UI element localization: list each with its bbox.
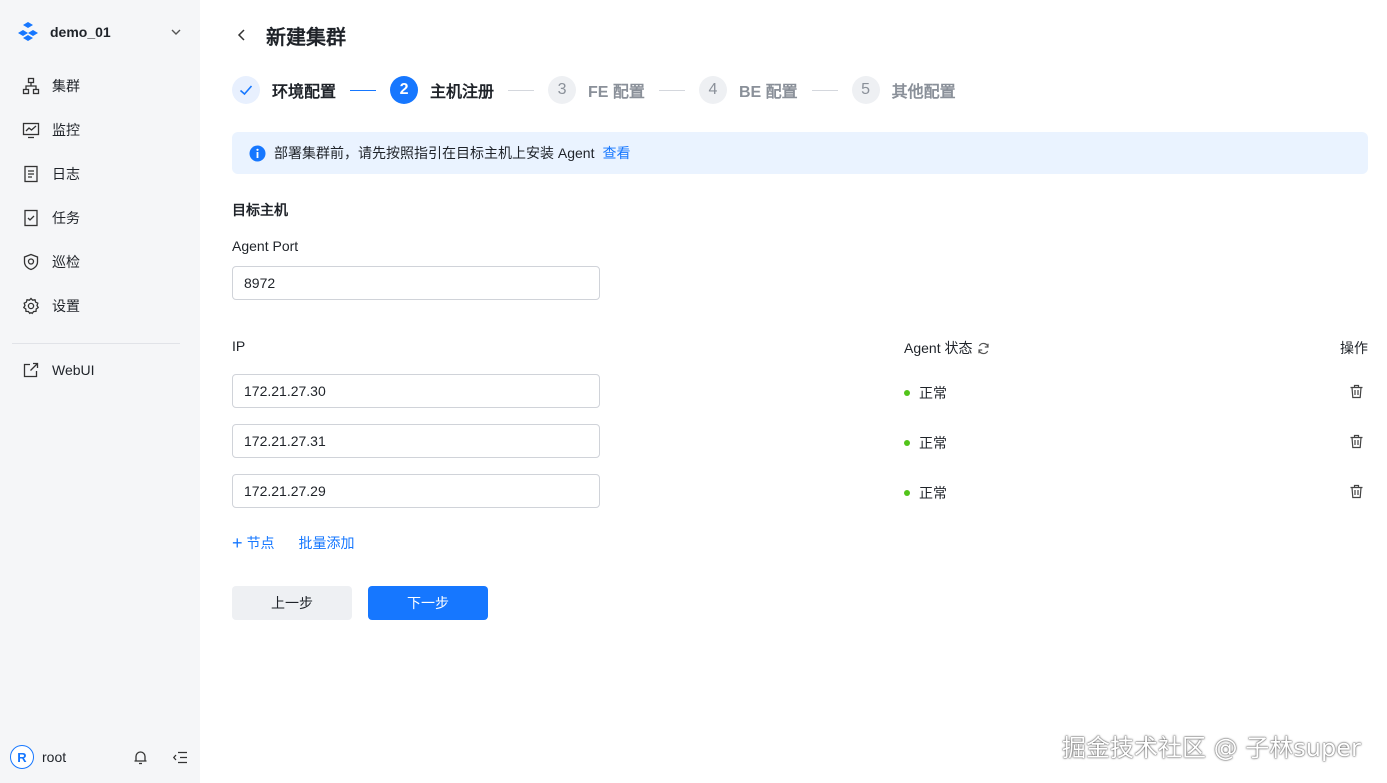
step-number: 4 bbox=[698, 76, 727, 104]
back-arrow-icon[interactable] bbox=[232, 25, 252, 45]
step-1[interactable]: 环境配置 bbox=[232, 76, 336, 104]
step-number: 2 bbox=[390, 76, 419, 104]
refresh-icon[interactable] bbox=[976, 341, 990, 355]
ip-column-header: IP bbox=[232, 338, 245, 354]
status-dot bbox=[904, 390, 910, 396]
sidebar-item-label: 日志 bbox=[52, 166, 80, 182]
status-text: 正常 bbox=[919, 435, 947, 451]
collapse-sidebar-icon[interactable] bbox=[170, 747, 190, 767]
plus-icon: + bbox=[232, 533, 243, 553]
agent-port-input[interactable] bbox=[232, 266, 600, 300]
step-label: FE 配置 bbox=[588, 84, 645, 101]
page-header: 新建集群 bbox=[232, 20, 346, 50]
add-node-label: 节点 bbox=[246, 535, 275, 551]
trash-icon[interactable] bbox=[1346, 431, 1366, 451]
action-column-header: 操作 bbox=[1340, 338, 1368, 358]
log-icon bbox=[22, 165, 40, 183]
sidebar-item-log[interactable]: 日志 bbox=[12, 154, 188, 194]
info-icon bbox=[248, 144, 266, 162]
step-connector bbox=[811, 89, 838, 91]
step-number: 3 bbox=[548, 76, 577, 104]
trash-icon[interactable] bbox=[1346, 481, 1366, 501]
main-content: 新建集群 环境配置 2 主机注册 3 FE 配置 4 BE 配置 5 其他配置 bbox=[200, 0, 1387, 783]
sidebar-nav: 集群 监控 日志 任务 巡检 设置 bbox=[12, 66, 188, 330]
sidebar-item-webui[interactable]: WebUI bbox=[12, 350, 188, 390]
status-text: 正常 bbox=[919, 385, 947, 401]
stepper: 环境配置 2 主机注册 3 FE 配置 4 BE 配置 5 其他配置 bbox=[232, 75, 956, 105]
status-dot bbox=[904, 490, 910, 496]
step-connector bbox=[350, 89, 377, 91]
info-alert: 部署集群前，请先按照指引在目标主机上安装 Agent 查看 bbox=[232, 132, 1368, 174]
watermark: 掘金技术社区 @ 子林super bbox=[1062, 734, 1361, 762]
batch-add-button[interactable]: 批量添加 bbox=[299, 533, 355, 553]
settings-icon bbox=[22, 297, 40, 315]
sidebar-item-inspect[interactable]: 巡检 bbox=[12, 242, 188, 282]
agent-status-column-label: Agent 状态 bbox=[904, 340, 973, 356]
sidebar-item-label: 巡检 bbox=[52, 254, 80, 270]
username: root bbox=[42, 749, 67, 765]
step-label: 其他配置 bbox=[891, 84, 956, 101]
host-status: 正常 bbox=[904, 433, 947, 453]
logo-icon bbox=[16, 20, 40, 44]
section-title: 目标主机 bbox=[232, 202, 288, 218]
step-2[interactable]: 2 主机注册 bbox=[390, 76, 494, 104]
step-number: 5 bbox=[851, 76, 880, 104]
inspect-icon bbox=[22, 253, 40, 271]
sidebar-divider bbox=[12, 343, 180, 344]
workspace-name: demo_01 bbox=[50, 24, 111, 40]
step-connector bbox=[508, 89, 535, 91]
agent-port-label: Agent Port bbox=[232, 238, 299, 254]
view-guide-link[interactable]: 查看 bbox=[602, 143, 630, 163]
step-4[interactable]: 4 BE 配置 bbox=[698, 76, 798, 104]
page-title: 新建集群 bbox=[266, 26, 346, 49]
sidebar-webui-wrap: WebUI bbox=[12, 350, 188, 394]
trash-icon[interactable] bbox=[1346, 381, 1366, 401]
alert-text: 部署集群前，请先按照指引在目标主机上安装 Agent bbox=[274, 145, 595, 161]
sidebar-item-settings[interactable]: 设置 bbox=[12, 286, 188, 326]
add-node-button[interactable]: + 节点 bbox=[232, 533, 275, 553]
external-link-icon bbox=[22, 361, 40, 379]
host-status: 正常 bbox=[904, 483, 947, 503]
cluster-icon bbox=[22, 77, 40, 95]
host-status: 正常 bbox=[904, 383, 947, 403]
sidebar-item-label: 集群 bbox=[52, 78, 80, 94]
step-label: 主机注册 bbox=[430, 84, 495, 101]
sidebar-item-label: 设置 bbox=[52, 298, 80, 314]
step-label: BE 配置 bbox=[738, 84, 798, 101]
sidebar: demo_01 集群 监控 日志 任务 巡检 设置 WebUI R root bbox=[0, 0, 200, 783]
add-actions: + 节点 批量添加 bbox=[232, 533, 355, 553]
step-connector bbox=[658, 89, 685, 91]
host-ip-input[interactable] bbox=[232, 374, 600, 408]
sidebar-footer: R root bbox=[10, 744, 190, 770]
ip-column-label: IP bbox=[232, 338, 246, 354]
sidebar-item-cluster[interactable]: 集群 bbox=[12, 66, 188, 106]
next-step-button[interactable]: 下一步 bbox=[368, 586, 488, 620]
sidebar-item-label: WebUI bbox=[52, 362, 95, 378]
status-text: 正常 bbox=[919, 485, 947, 501]
sidebar-item-label: 任务 bbox=[52, 210, 80, 226]
host-ip-input[interactable] bbox=[232, 474, 600, 508]
prev-step-button[interactable]: 上一步 bbox=[232, 586, 352, 620]
step-5[interactable]: 5 其他配置 bbox=[851, 76, 956, 104]
agent-status-column-header: Agent 状态 bbox=[904, 338, 990, 358]
bell-icon[interactable] bbox=[130, 747, 150, 767]
sidebar-item-task[interactable]: 任务 bbox=[12, 198, 188, 238]
workspace-switcher[interactable]: demo_01 bbox=[16, 18, 184, 46]
action-column-label: 操作 bbox=[1340, 340, 1368, 356]
chevron-down-icon bbox=[168, 24, 184, 40]
avatar[interactable]: R bbox=[10, 745, 34, 769]
status-dot bbox=[904, 440, 910, 446]
host-ip-input[interactable] bbox=[232, 424, 600, 458]
sidebar-item-monitor[interactable]: 监控 bbox=[12, 110, 188, 150]
sidebar-item-label: 监控 bbox=[52, 122, 80, 138]
task-icon bbox=[22, 209, 40, 227]
monitor-icon bbox=[22, 121, 40, 139]
step-3[interactable]: 3 FE 配置 bbox=[548, 76, 645, 104]
check-icon bbox=[232, 76, 260, 104]
step-label: 环境配置 bbox=[272, 84, 337, 101]
